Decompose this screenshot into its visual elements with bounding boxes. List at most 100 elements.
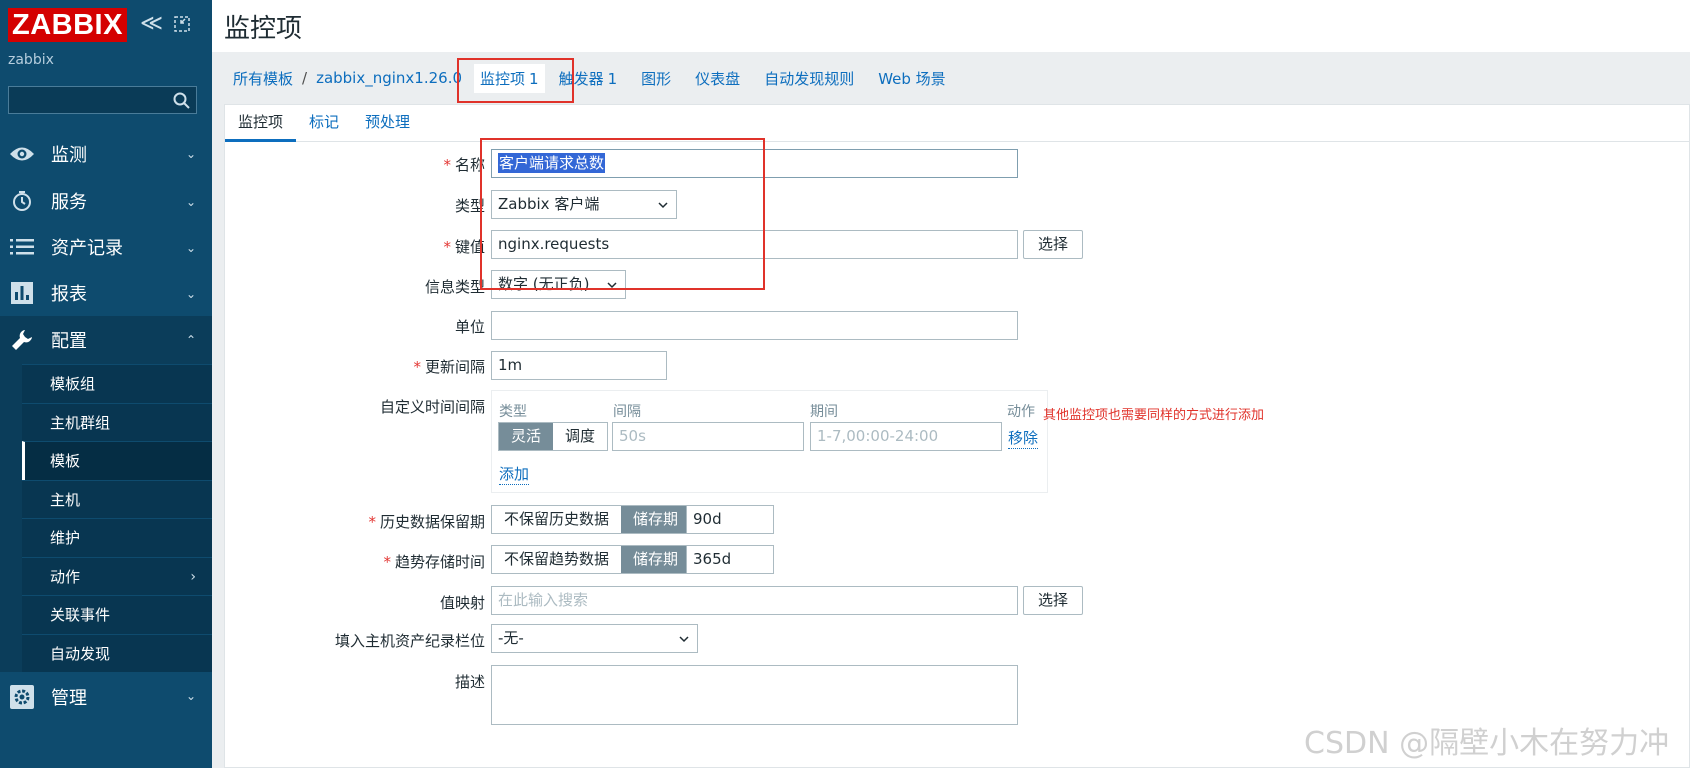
- period-input[interactable]: 1-7,00:00-24:00: [810, 422, 1002, 451]
- wrench-icon: [9, 327, 35, 353]
- label-text: 历史数据保留期: [379, 513, 485, 531]
- annotation-note: 其他监控项也需要同样的方式进行添加: [1043, 408, 1265, 423]
- server-name: zabbix: [8, 52, 54, 68]
- menu-label: 管理: [51, 688, 87, 709]
- required-marker: *: [443, 238, 451, 256]
- chevron-down-icon: [679, 636, 689, 643]
- remove-link[interactable]: 移除: [1008, 427, 1039, 449]
- submenu-label: 自动发现: [50, 644, 111, 663]
- valuemap-select-button[interactable]: 选择: [1023, 586, 1084, 615]
- clock-icon: [9, 188, 35, 214]
- submenu-hosts[interactable]: 主机: [22, 479, 212, 518]
- submenu-actions[interactable]: 动作 ›: [22, 556, 212, 595]
- submenu-label: 模板: [50, 452, 81, 471]
- chevron-up-icon: ⌃: [185, 333, 196, 347]
- menu-label: 配置: [51, 331, 87, 352]
- chevron-down-icon: ⌄: [185, 689, 196, 703]
- tab-tags[interactable]: 标记: [296, 105, 352, 142]
- menu-administration[interactable]: 管理 ⌄: [0, 672, 212, 722]
- menu-reports[interactable]: 报表 ⌄: [0, 270, 212, 316]
- storage-period-option[interactable]: 储存期: [621, 506, 691, 533]
- flexible-option[interactable]: 灵活: [499, 423, 554, 450]
- tab-graphs[interactable]: 图形: [641, 68, 671, 89]
- submenu-label: 模板组: [50, 375, 96, 394]
- search-icon[interactable]: [172, 91, 192, 111]
- tab-preprocessing[interactable]: 预处理: [352, 105, 423, 142]
- collapse-sidebar-icon[interactable]: ≪: [140, 13, 163, 37]
- update-interval-label: * 更新间隔: [225, 356, 485, 377]
- breadcrumb-all-templates[interactable]: 所有模板: [233, 68, 293, 89]
- sidebar-search-input[interactable]: [8, 86, 197, 114]
- gear-icon: [9, 684, 35, 710]
- required-marker: *: [443, 156, 451, 174]
- trends-input[interactable]: 365d: [686, 545, 774, 574]
- submenu-host-groups[interactable]: 主机群组: [22, 402, 212, 441]
- inventory-value: -无-: [498, 629, 524, 647]
- menu-label: 监测: [51, 145, 87, 166]
- tab-dashboards[interactable]: 仪表盘: [695, 68, 740, 89]
- chevron-down-icon: ⌄: [185, 147, 196, 161]
- description-textarea[interactable]: [491, 665, 1018, 725]
- menu-label: 资产记录: [51, 238, 123, 259]
- inventory-select[interactable]: -无-: [491, 624, 698, 653]
- trends-label: * 趋势存储时间: [225, 551, 485, 572]
- menu-monitoring[interactable]: 监测 ⌄: [0, 130, 212, 178]
- submenu-label: 关联事件: [50, 606, 111, 625]
- required-marker: *: [383, 553, 391, 571]
- zabbix-logo[interactable]: ZABBIX: [8, 8, 127, 42]
- form-tabs: 监控项 标记 预处理: [225, 105, 1690, 142]
- breadcrumb-template[interactable]: zabbix_nginx1.26.0: [316, 69, 462, 87]
- breadcrumb: 所有模板 / zabbix_nginx1.26.0 监控项 1 触发器 1 图形 仪…: [212, 52, 1690, 104]
- chevron-down-icon: ⌄: [185, 195, 196, 209]
- column-header-type: 类型: [499, 404, 527, 420]
- inventory-label: 填入主机资产纪录栏位: [334, 632, 485, 650]
- chevron-down-icon: ⌄: [185, 287, 196, 301]
- menu-services[interactable]: 服务 ⌄: [0, 178, 212, 224]
- menu-inventory[interactable]: 资产记录 ⌄: [0, 224, 212, 270]
- kiosk-mode-icon[interactable]: [172, 14, 192, 34]
- key-select-button[interactable]: 选择: [1023, 230, 1084, 259]
- submenu-template-groups[interactable]: 模板组: [22, 364, 212, 403]
- tab-web-scenarios[interactable]: Web 场景: [878, 68, 945, 89]
- valuemap-input[interactable]: 在此输入搜索: [491, 586, 1018, 615]
- configuration-submenu: 模板组 主机群组 模板 主机 维护 动作 › 关联事件 自动发现: [0, 364, 212, 672]
- trends-toggle: 不保留趋势数据 储存期: [491, 545, 692, 574]
- annotation-box-fields: [480, 138, 765, 290]
- submenu-templates[interactable]: 模板: [22, 441, 212, 480]
- no-trends-option[interactable]: 不保留趋势数据: [492, 546, 622, 573]
- submenu-event-correlation[interactable]: 关联事件: [22, 595, 212, 634]
- description-label: 描述: [454, 673, 485, 691]
- units-input[interactable]: [491, 311, 1018, 340]
- key-label: * 键值: [225, 236, 485, 257]
- scheduling-option[interactable]: 调度: [553, 423, 608, 450]
- history-label: * 历史数据保留期: [225, 511, 485, 532]
- tab-item[interactable]: 监控项: [225, 105, 297, 142]
- label-text: 趋势存储时间: [394, 553, 485, 571]
- no-history-option[interactable]: 不保留历史数据: [492, 506, 622, 533]
- history-input[interactable]: 90d: [686, 505, 774, 534]
- add-link[interactable]: 添加: [499, 463, 530, 485]
- submenu-label: 维护: [50, 529, 81, 548]
- name-label: * 名称: [225, 154, 485, 175]
- list-icon: [9, 234, 35, 260]
- bar-chart-icon: [9, 280, 35, 306]
- interval-input[interactable]: 50s: [612, 422, 804, 451]
- required-marker: *: [413, 358, 421, 376]
- update-interval-input[interactable]: 1m: [491, 351, 667, 380]
- tab-discovery-rules[interactable]: 自动发现规则: [764, 68, 854, 89]
- valuemap-label: 值映射: [439, 594, 485, 612]
- custom-intervals-label: 自定义时间间隔: [379, 398, 485, 416]
- units-label: 单位: [454, 318, 485, 336]
- submenu-maintenance[interactable]: 维护: [22, 518, 212, 557]
- menu-configuration[interactable]: 配置 ⌃: [0, 316, 212, 364]
- submenu-discovery[interactable]: 自动发现: [22, 633, 212, 672]
- page-header: 监控项: [212, 0, 1690, 52]
- chevron-right-icon: ›: [190, 568, 196, 585]
- column-header-period: 期间: [810, 404, 838, 420]
- storage-period-option[interactable]: 储存期: [621, 546, 691, 573]
- annotation-box-items-tab: [457, 58, 574, 103]
- custom-intervals-table: 类型 间隔 期间 动作 灵活 调度 50s 1-7,00:00-24:00 移除…: [491, 390, 1048, 493]
- sidebar: ZABBIX ≪ zabbix 监测 ⌄ 服务 ⌄ 资产记录 ⌄ 报表 ⌄ 配置…: [0, 0, 212, 768]
- page-title: 监控项: [224, 14, 303, 44]
- breadcrumb-separator: /: [302, 69, 308, 87]
